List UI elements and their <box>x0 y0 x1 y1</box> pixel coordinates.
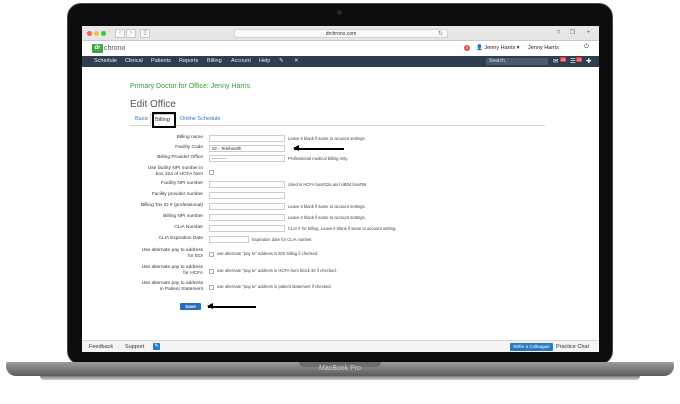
alt-pay-hcfa-checkbox[interactable] <box>209 269 214 274</box>
save-button[interactable]: Save <box>180 303 201 310</box>
caret-down-icon: ▾ <box>515 45 520 51</box>
share-icon[interactable]: ⇧ <box>554 29 563 38</box>
back-button[interactable]: ‹ <box>115 29 125 38</box>
facility-provider-label: Facility provider number <box>151 192 203 197</box>
screen: ‹ › ▯ drchrono.com ↻ ⇧ ❐ + dr chrono 3 👤… <box>82 26 599 352</box>
facility-npi-hint: Used in HCFA box#32a and UB04 box#56 <box>288 182 367 187</box>
alt-pay-statement-hint: use alternate "pay to" address in patien… <box>217 284 332 289</box>
billing-name-input[interactable] <box>209 135 285 142</box>
nav-clinical[interactable]: Clinical <box>125 58 143 64</box>
nav-reports[interactable]: Reports <box>179 58 198 64</box>
add-icon[interactable]: ✚ <box>586 57 591 65</box>
laptop-base-bottom <box>40 376 640 380</box>
facility-code-label: Facility Code <box>175 145 203 150</box>
forward-button[interactable]: › <box>126 29 136 38</box>
clia-number-label: CLIA Number <box>174 225 203 230</box>
nav-schedule[interactable]: Schedule <box>94 58 117 64</box>
facility-npi-input[interactable] <box>209 181 285 188</box>
account-name[interactable]: Jenny Harris <box>528 45 559 51</box>
tab-basic[interactable]: Basic <box>135 116 148 122</box>
clia-number-input[interactable] <box>209 225 285 232</box>
billing-tax-id-input[interactable] <box>209 203 285 210</box>
tasks-icon[interactable]: ☰ <box>570 57 576 65</box>
main-navbar: Schedule Clinical Patients Reports Billi… <box>82 56 599 67</box>
use-facility-npi-checkbox[interactable] <box>209 170 214 175</box>
address-bar[interactable]: drchrono.com ↻ <box>234 29 448 38</box>
facility-npi-label: Facility NPI number <box>161 181 203 186</box>
alt-pay-hcfa-hint: use alternate "pay to" address in HCFA f… <box>217 268 337 273</box>
camera-icon <box>337 10 342 15</box>
refer-colleague-button[interactable]: Refer a Colleague <box>510 343 553 351</box>
user-menu-label: Jenny Harris <box>484 45 516 51</box>
tabs-icon[interactable]: ❐ <box>568 29 577 38</box>
nav-patients[interactable]: Patients <box>151 58 171 64</box>
billing-name-hint: Leave it blank if same to account settin… <box>288 136 366 141</box>
maximize-window-button[interactable] <box>101 31 106 36</box>
alt-pay-statement-checkbox[interactable] <box>209 285 214 290</box>
logo-text: chrono <box>104 45 126 52</box>
edit-icon[interactable]: ✎ <box>153 343 160 350</box>
url-text: drchrono.com <box>325 31 357 37</box>
alt-pay-hcfa-label: Use alternate pay to address for HCFA <box>141 265 203 276</box>
page-title: Primary Doctor for Office: Jenny Harris <box>130 83 251 90</box>
notification-badge[interactable]: 3 <box>464 45 470 51</box>
billing-npi-label: Billing NPI number <box>163 214 203 219</box>
billing-provider-office-select[interactable]: ---------- <box>209 155 285 162</box>
tools-icon[interactable]: ✕ <box>294 58 299 64</box>
logo-mark: dr <box>92 44 103 53</box>
facility-code-select[interactable]: 02 - Telehealth <box>209 145 285 152</box>
pin-icon[interactable]: ✎ <box>279 58 284 64</box>
nav-billing[interactable]: Billing <box>207 58 222 64</box>
nav-account[interactable]: Account <box>231 58 251 64</box>
browser-toolbar: ‹ › ▯ drchrono.com ↻ ⇧ ❐ + <box>82 26 599 41</box>
billing-npi-hint: Leave it blank if same to account settin… <box>288 215 366 220</box>
clia-expiration-hint: Expiration date for CLIA number. <box>252 237 313 242</box>
sidebar-toggle-icon[interactable]: ▯ <box>140 29 150 38</box>
alt-pay-statement-label: Use alternate pay to address in Patient … <box>141 281 203 292</box>
drchrono-logo[interactable]: dr chrono <box>92 44 125 53</box>
nav-help[interactable]: Help <box>259 58 270 64</box>
billing-provider-office-label: Billing Provider Office <box>157 155 203 160</box>
power-icon[interactable]: ⏻ <box>584 44 589 51</box>
messages-count: 28 <box>560 57 567 62</box>
laptop-frame: ‹ › ▯ drchrono.com ↻ ⇧ ❐ + dr chrono 3 👤… <box>0 0 680 404</box>
minimize-window-button[interactable] <box>94 31 99 36</box>
close-window-button[interactable] <box>87 31 92 36</box>
new-tab-icon[interactable]: + <box>584 29 593 38</box>
tasks-count: 24 <box>576 57 583 62</box>
mail-icon[interactable]: ✉ <box>553 57 558 65</box>
alt-pay-edi-hint: use alternate "pay to" address in EDI bi… <box>217 251 319 256</box>
clia-number-hint: CLIA # for billing. Leave it blank if sa… <box>288 226 397 231</box>
page-heading: Edit Office <box>130 99 176 110</box>
tab-online-schedule[interactable]: Online Schedule <box>180 116 220 122</box>
user-menu[interactable]: 👤 Jenny Harris ▾ <box>476 45 520 51</box>
use-facility-npi-label: Use facility NPI number in box 32a of HC… <box>147 166 203 177</box>
alt-pay-edi-checkbox[interactable] <box>209 252 214 257</box>
clia-expiration-input[interactable] <box>209 236 249 243</box>
practice-chat-link[interactable]: Practice Chat <box>556 344 589 350</box>
billing-tax-id-label: Billing Tax ID # (professional) <box>140 203 203 208</box>
app-header: dr chrono 3 👤 Jenny Harris ▾ Jenny Harri… <box>82 41 599 55</box>
facility-provider-input[interactable] <box>209 192 285 199</box>
feedback-link[interactable]: Feedback <box>89 344 113 350</box>
billing-provider-office-hint: Professional medical billing only. <box>288 156 349 161</box>
save-arrow <box>207 303 256 309</box>
laptop-brand-label: MacBook Pro <box>318 365 362 372</box>
alt-pay-edi-label: Use alternate pay to address for EDI <box>141 248 203 259</box>
search-placeholder: Search <box>489 58 505 64</box>
support-link[interactable]: Support <box>125 344 144 350</box>
facility-code-arrow <box>293 145 344 151</box>
tab-highlight-box <box>152 112 176 128</box>
billing-npi-input[interactable] <box>209 214 285 221</box>
clia-expiration-label: CLIA Expiration Date <box>158 236 203 241</box>
billing-name-label: Billing name <box>176 135 203 140</box>
reload-icon[interactable]: ↻ <box>438 30 443 38</box>
search-input[interactable]: Search <box>486 58 548 65</box>
footer-bar: Feedback Support ✎ Refer a Colleague Pra… <box>82 340 599 352</box>
billing-tax-id-hint: Leave it blank if same to account settin… <box>288 204 366 209</box>
tab-bar: Basic Billing Online Schedule <box>130 114 545 126</box>
